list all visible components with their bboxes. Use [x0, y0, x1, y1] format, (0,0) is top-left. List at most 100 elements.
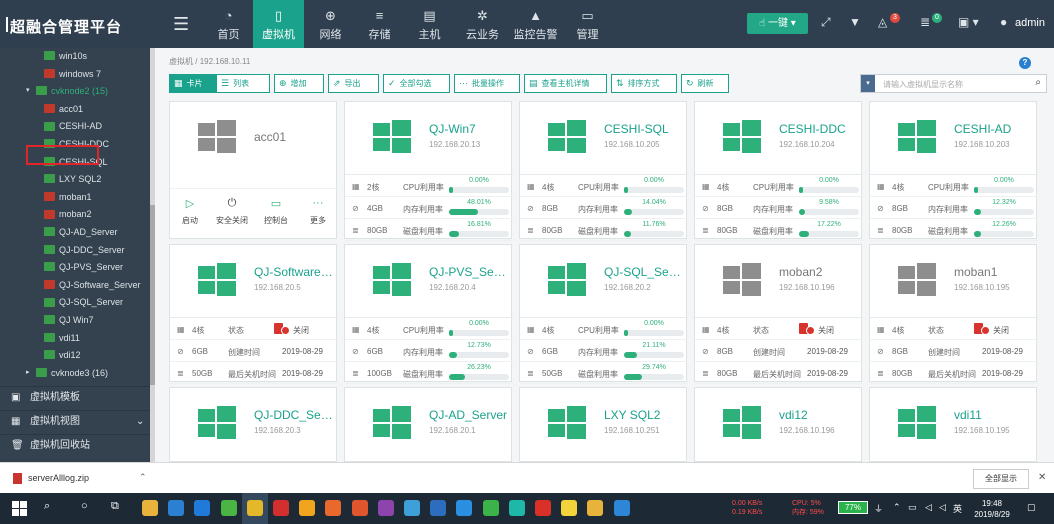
vm-card-acc01[interactable]: acc01 ▷ 启动 ⏻ 安全关闭 ▭ 控制台 ··· 更多	[169, 101, 338, 239]
vm-name[interactable]: vdi11	[954, 408, 1034, 422]
theme-icon[interactable]: ▼	[849, 15, 861, 29]
vm-search-box[interactable]: ▾ 请输入虚拟机显示名称 ⌕	[860, 74, 1047, 93]
vm-name[interactable]: LXY SQL2	[604, 408, 684, 422]
firefox-icon[interactable]	[325, 500, 342, 516]
tree-item[interactable]: QJ Win7	[44, 312, 94, 328]
volume-icon[interactable]: ◁	[939, 502, 946, 513]
vm-name[interactable]: acc01	[254, 130, 334, 144]
tree-item[interactable]: win10s	[44, 48, 87, 64]
ime-indicator[interactable]: 英	[953, 502, 962, 515]
export-button[interactable]: ⇗ 导出	[328, 74, 379, 93]
clock[interactable]: 19:48 2019/8/29	[970, 498, 1014, 520]
vm-name[interactable]: moban2	[779, 265, 859, 279]
add-button[interactable]: ⊕ 增加	[274, 74, 324, 93]
vm-card[interactable]: LXY SQL2 192.168.10.251	[519, 387, 687, 462]
vm-card[interactable]: CESHI-DDC 192.168.10.204 ▦ 4核 CPU利用率 0.00% ⊘ 8G…	[694, 101, 863, 241]
nav-bell[interactable]: ▲ 监控告警	[510, 0, 561, 48]
edge-icon[interactable]	[194, 500, 211, 516]
search-input[interactable]: 请输入虚拟机显示名称	[883, 79, 963, 90]
vm-card[interactable]: QJ-Software_Server 192.168.20.5 ▦ 4核 状态 关闭 ⊘ 6G…	[169, 244, 338, 384]
tree-item[interactable]: QJ-DDC_Server	[44, 242, 125, 258]
task-view-icon[interactable]: ⧉	[111, 500, 119, 513]
volume-icon[interactable]: ◁	[925, 502, 932, 513]
vm-card[interactable]: QJ-AD_Server 192.168.20.1	[344, 387, 512, 462]
search-icon[interactable]: ⌕	[1035, 77, 1041, 88]
app-icon[interactable]	[377, 500, 394, 516]
vm-card[interactable]: QJ-PVS_Server 192.168.20.4 ▦ 4核 CPU利用率 0.00% ⊘…	[344, 244, 513, 384]
vm-name[interactable]: QJ-Win7	[429, 122, 509, 136]
tree-item[interactable]: ▾ cvknode2 (15)	[26, 83, 108, 99]
select-all-button[interactable]: ✓ 全部勾选	[383, 74, 450, 93]
media-player-icon[interactable]	[482, 500, 499, 516]
refresh-button[interactable]: ↻ 刷新	[681, 74, 729, 93]
vm-card[interactable]: QJ-Win7 192.168.20.13 ▦ 2核 CPU利用率 0.00% ⊘ 4GB 内存…	[344, 101, 513, 241]
network-icon[interactable]: ▭	[908, 502, 917, 513]
battery-indicator[interactable]: 77%	[838, 501, 868, 514]
sidebar-section-templates[interactable]: ▣ 虚拟机模板	[0, 386, 152, 408]
tree-item[interactable]: QJ-SQL_Server	[44, 294, 123, 310]
cortana-icon[interactable]: ○	[81, 500, 88, 512]
card-view-button[interactable]: ▦ 卡片	[169, 74, 216, 93]
vm-name[interactable]: moban1	[954, 265, 1034, 279]
search-icon[interactable]: ⌕	[44, 500, 50, 513]
help-icon[interactable]: ?	[1019, 57, 1031, 69]
tree-item[interactable]: moban2	[44, 206, 92, 222]
vm-card[interactable]: CESHI-AD 192.168.10.203 ▦ 4核 CPU利用率 0.00% ⊘ 8GB…	[869, 101, 1038, 241]
vm-name[interactable]: QJ-PVS_Server	[429, 265, 509, 279]
host-detail-button[interactable]: ▤ 查看主机详情	[524, 74, 607, 93]
fullscreen-icon[interactable]: ⤢	[821, 15, 831, 30]
file-explorer-icon[interactable]	[142, 500, 158, 516]
app-icon[interactable]	[351, 500, 368, 516]
sidebar-section-views[interactable]: ▦ 虚拟机视图 ⌄	[0, 410, 152, 432]
app-icon[interactable]	[299, 500, 316, 516]
notification-icon[interactable]: ▢	[1027, 502, 1036, 513]
vm-name[interactable]: QJ-DDC_Server	[254, 408, 334, 422]
tree-item[interactable]: QJ-AD_Server	[44, 224, 118, 240]
app-icon[interactable]	[508, 500, 525, 516]
tree-item[interactable]: QJ-PVS_Server	[44, 259, 123, 275]
download-item[interactable]: serverAlllog.zip	[13, 473, 89, 485]
nav-server[interactable]: ▤ 主机	[404, 0, 455, 48]
vm-name[interactable]: QJ-AD_Server	[429, 408, 509, 422]
sticky-notes-icon[interactable]	[561, 500, 578, 516]
tree-item[interactable]: LXY SQL2	[44, 171, 101, 187]
one-click-button[interactable]: ☝ 一键 ▾	[747, 13, 808, 34]
sidebar-section-recycle-bin[interactable]: 🗑 虚拟机回收站	[0, 434, 152, 456]
filter-type-dropdown[interactable]: ▾	[861, 75, 875, 92]
vm-card[interactable]: moban2 192.168.10.196 ▦ 4核 状态 关闭 ⊘ 8GB 创建时间 2019-…	[694, 244, 863, 384]
user-name[interactable]: admin	[1015, 17, 1045, 29]
vm-name[interactable]: vdi12	[779, 408, 859, 422]
list-view-button[interactable]: ☰ 列表	[216, 74, 270, 93]
app-icon[interactable]	[587, 500, 604, 516]
nav-phone[interactable]: ▯ 虚拟机	[253, 0, 304, 48]
tree-item[interactable]: vdi12	[44, 347, 81, 363]
vm-name[interactable]: CESHI-AD	[954, 122, 1034, 136]
opera-icon[interactable]	[273, 500, 289, 516]
vm-name[interactable]: CESHI-SQL	[604, 122, 684, 136]
chevron-up-icon[interactable]: ⌃	[139, 472, 147, 483]
vm-name[interactable]: QJ-Software_Server	[254, 265, 334, 279]
start-button[interactable]: ▷ 启动	[170, 197, 210, 226]
vm-card[interactable]: vdi11 192.168.10.195	[869, 387, 1037, 462]
nav-dashboard[interactable]: ◔ 首页	[203, 0, 254, 48]
acrobat-icon[interactable]	[535, 500, 551, 516]
breadcrumb-root[interactable]: 虚拟机	[169, 57, 193, 66]
vm-card[interactable]: CESHI-SQL 192.168.10.205 ▦ 4核 CPU利用率 0.00% ⊘ 8G…	[519, 101, 688, 241]
show-all-button[interactable]: 全部显示	[973, 469, 1029, 489]
nav-database[interactable]: ≡ 存储	[354, 0, 405, 48]
360-browser-icon[interactable]	[220, 500, 237, 516]
vm-card[interactable]: QJ-SQL_Server 192.168.20.2 ▦ 4核 CPU利用率 0.00% ⊘…	[519, 244, 688, 384]
vm-card[interactable]: QJ-DDC_Server 192.168.20.3	[169, 387, 337, 462]
sort-button[interactable]: ⇅ 排序方式	[611, 74, 677, 93]
safe-shutdown-button[interactable]: ⏻ 安全关闭	[212, 197, 252, 226]
kk-icon[interactable]	[456, 500, 473, 516]
tree-item[interactable]: windows 7	[44, 66, 101, 82]
nav-monitor[interactable]: ▭ 管理	[562, 0, 613, 48]
bell-icon[interactable]: ◬	[878, 15, 887, 29]
photos-icon[interactable]	[430, 500, 447, 516]
message-icon[interactable]: ≣	[920, 15, 930, 29]
nav-globe[interactable]: ⊕ 网络	[305, 0, 356, 48]
user-icon[interactable]: ●	[1000, 15, 1007, 29]
tree-item[interactable]: vdi11	[44, 330, 80, 346]
console-button[interactable]: ▭ 控制台	[256, 197, 296, 226]
